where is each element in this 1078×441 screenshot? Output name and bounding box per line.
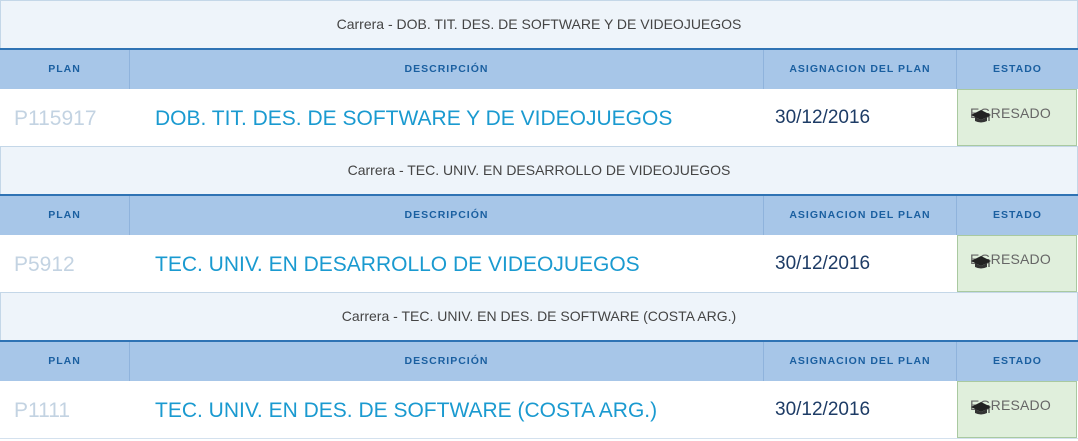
status-cell: EGRESADO [957, 235, 1077, 292]
header-asignacion: ASIGNACION DEL PLAN [764, 50, 957, 89]
career-block: Carrera - TEC. UNIV. EN DESARROLLO DE VI… [0, 146, 1078, 293]
header-plan: PLAN [0, 342, 130, 381]
header-descripcion: DESCRIPCIÓN [130, 50, 764, 89]
plan-description: TEC. UNIV. EN DESARROLLO DE VIDEOJUEGOS [155, 253, 640, 276]
career-title: Carrera - TEC. UNIV. EN DES. DE SOFTWARE… [0, 292, 1078, 341]
table-row: P115917 DOB. TIT. DES. DE SOFTWARE Y DE … [0, 89, 1078, 147]
career-title: Carrera - TEC. UNIV. EN DESARROLLO DE VI… [0, 146, 1078, 195]
table-row: P1111 TEC. UNIV. EN DES. DE SOFTWARE (CO… [0, 381, 1078, 439]
header-asignacion: ASIGNACION DEL PLAN [764, 196, 957, 235]
plan-code: P5912 [14, 253, 75, 276]
header-plan: PLAN [0, 50, 130, 89]
careers-list: Carrera - DOB. TIT. DES. DE SOFTWARE Y D… [0, 0, 1078, 439]
plan-assignment-date: 30/12/2016 [775, 253, 871, 274]
status-cell: EGRESADO [957, 89, 1077, 146]
graduation-cap-icon [971, 402, 991, 415]
header-estado: ESTADO [993, 355, 1042, 367]
table-header: PLAN DESCRIPCIÓN ASIGNACION DEL PLAN EST… [0, 194, 1078, 237]
table-row: P5912 TEC. UNIV. EN DESARROLLO DE VIDEOJ… [0, 235, 1078, 293]
career-block: Carrera - DOB. TIT. DES. DE SOFTWARE Y D… [0, 0, 1078, 147]
plan-description: TEC. UNIV. EN DES. DE SOFTWARE (COSTA AR… [155, 399, 658, 422]
header-asignacion: ASIGNACION DEL PLAN [764, 342, 957, 381]
career-block: Carrera - TEC. UNIV. EN DES. DE SOFTWARE… [0, 292, 1078, 439]
header-plan: PLAN [0, 196, 130, 235]
header-descripcion: DESCRIPCIÓN [130, 342, 764, 381]
plan-code: P1111 [14, 399, 71, 422]
header-estado: ESTADO [993, 209, 1042, 221]
table-header: PLAN DESCRIPCIÓN ASIGNACION DEL PLAN EST… [0, 48, 1078, 91]
plan-code: P115917 [14, 107, 97, 130]
plan-description: DOB. TIT. DES. DE SOFTWARE Y DE VIDEOJUE… [155, 107, 673, 130]
plan-assignment-date: 30/12/2016 [775, 107, 871, 128]
table-header: PLAN DESCRIPCIÓN ASIGNACION DEL PLAN EST… [0, 340, 1078, 383]
plan-assignment-date: 30/12/2016 [775, 399, 871, 420]
status-cell: EGRESADO [957, 381, 1077, 438]
header-estado: ESTADO [993, 63, 1042, 75]
graduation-cap-icon [971, 110, 991, 123]
career-title: Carrera - DOB. TIT. DES. DE SOFTWARE Y D… [0, 0, 1078, 49]
graduation-cap-icon [971, 256, 991, 269]
header-descripcion: DESCRIPCIÓN [130, 196, 764, 235]
